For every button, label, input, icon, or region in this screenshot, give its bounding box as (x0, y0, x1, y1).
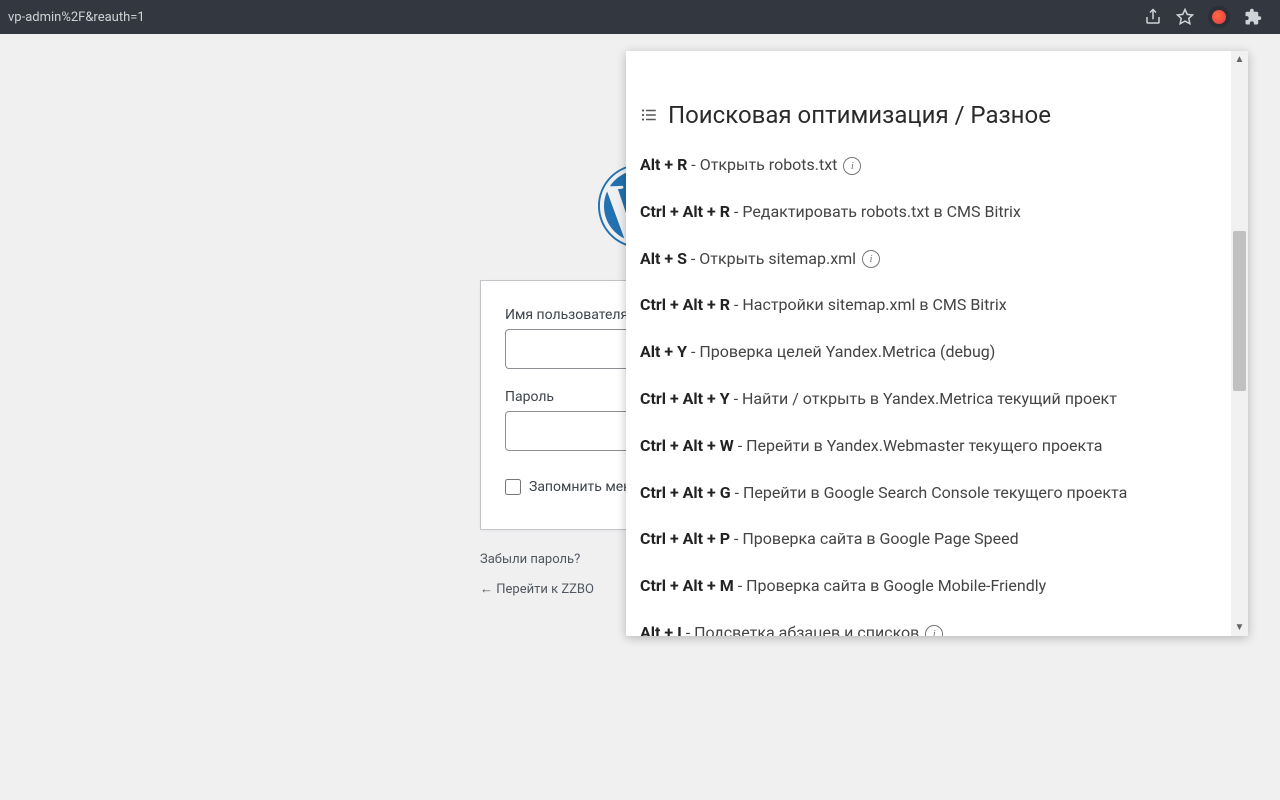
popup-heading-row: Поисковая оптимизация / Разное (640, 101, 1217, 129)
shortcut-description: - Перейти в Google Search Console текуще… (731, 483, 1128, 502)
shortcut-description: - Подсветка абзацев и списков (682, 623, 920, 636)
bookmark-star-icon[interactable] (1176, 8, 1194, 26)
shortcut-item[interactable]: Alt + R - Открыть robots.txt i (640, 155, 1217, 176)
remember-me-checkbox[interactable] (505, 479, 521, 495)
extensions-puzzle-icon[interactable] (1244, 8, 1262, 26)
shortcut-keys: Alt + R (640, 155, 687, 174)
remember-me-text: Запомнить меня (529, 479, 639, 495)
shortcut-description: - Открыть robots.txt (687, 155, 837, 174)
shortcut-keys: Ctrl + Alt + Y (640, 389, 730, 408)
share-icon[interactable] (1144, 8, 1162, 26)
scrollbar-down-arrow-icon[interactable]: ▼ (1231, 619, 1248, 636)
browser-toolbar: vp-admin%2F&reauth=1 (0, 0, 1280, 34)
shortcut-description: - Найти / открыть в Yandex.Metrica текущ… (730, 389, 1117, 408)
shortcut-description: - Открыть sitemap.xml (687, 249, 856, 268)
shortcut-description: - Проверка сайта в Google Page Speed (730, 529, 1019, 548)
extension-popup-content: Поисковая оптимизация / Разное Alt + R -… (626, 51, 1231, 636)
shortcut-item[interactable]: Alt + S - Открыть sitemap.xml i (640, 249, 1217, 270)
address-bar-fragment[interactable]: vp-admin%2F&reauth=1 (8, 10, 145, 25)
shortcut-item[interactable]: Ctrl + Alt + W - Перейти в Yandex.Webmas… (640, 436, 1217, 457)
shortcut-description: - Проверка целей Yandex.Metrica (debug) (687, 342, 995, 361)
shortcut-item[interactable]: Ctrl + Alt + M - Проверка сайта в Google… (640, 576, 1217, 597)
info-icon[interactable]: i (843, 157, 861, 175)
info-icon[interactable]: i (925, 625, 943, 636)
shortcut-item[interactable]: Alt + I - Подсветка абзацев и списков i (640, 623, 1217, 636)
shortcut-description: - Проверка сайта в Google Mobile-Friendl… (734, 576, 1047, 595)
info-icon[interactable]: i (862, 250, 880, 268)
shortcut-description: - Настройки sitemap.xml в CMS Bitrix (730, 295, 1007, 314)
scrollbar-thumb[interactable] (1233, 231, 1246, 391)
shortcut-keys: Alt + S (640, 249, 687, 268)
shortcut-description: - Перейти в Yandex.Webmaster текущего пр… (734, 436, 1103, 455)
extension-badge-icon[interactable] (1208, 6, 1230, 28)
popup-title: Поисковая оптимизация / Разное (668, 101, 1051, 129)
shortcut-item[interactable]: Ctrl + Alt + P - Проверка сайта в Google… (640, 529, 1217, 550)
shortcut-item[interactable]: Ctrl + Alt + R - Настройки sitemap.xml в… (640, 295, 1217, 316)
scrollbar-up-arrow-icon[interactable]: ▲ (1231, 51, 1248, 68)
list-icon (640, 106, 658, 124)
remember-me-label[interactable]: Запомнить меня (505, 479, 639, 495)
shortcut-keys: Ctrl + Alt + G (640, 483, 731, 502)
shortcut-item[interactable]: Alt + Y - Проверка целей Yandex.Metrica … (640, 342, 1217, 363)
shortcut-keys: Ctrl + Alt + M (640, 576, 734, 595)
shortcut-keys: Ctrl + Alt + P (640, 529, 730, 548)
shortcut-item[interactable]: Ctrl + Alt + Y - Найти / открыть в Yande… (640, 389, 1217, 410)
shortcut-keys: Ctrl + Alt + R (640, 295, 730, 314)
shortcut-list: Alt + R - Открыть robots.txt i Ctrl + Alt … (640, 155, 1217, 636)
popup-scrollbar[interactable]: ▲ ▼ (1231, 51, 1248, 636)
shortcut-description: - Редактировать robots.txt в CMS Bitrix (730, 202, 1021, 221)
shortcut-keys: Alt + I (640, 623, 682, 636)
shortcut-keys: Alt + Y (640, 342, 687, 361)
toolbar-icons (1144, 6, 1272, 28)
extension-popup: Поисковая оптимизация / Разное Alt + R -… (626, 51, 1248, 636)
shortcut-item[interactable]: Ctrl + Alt + R - Редактировать robots.tx… (640, 202, 1217, 223)
shortcut-item[interactable]: Ctrl + Alt + G - Перейти в Google Search… (640, 483, 1217, 504)
shortcut-keys: Ctrl + Alt + W (640, 436, 734, 455)
shortcut-keys: Ctrl + Alt + R (640, 202, 730, 221)
